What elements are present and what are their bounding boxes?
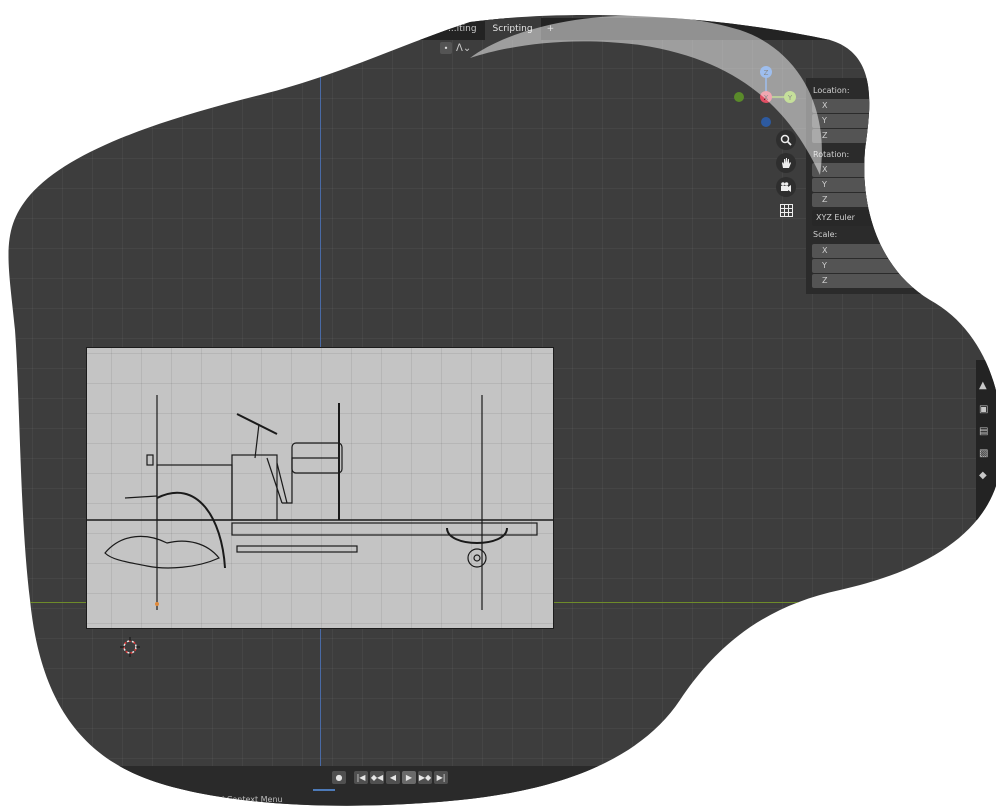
overlay-swoosh (470, 15, 822, 175)
